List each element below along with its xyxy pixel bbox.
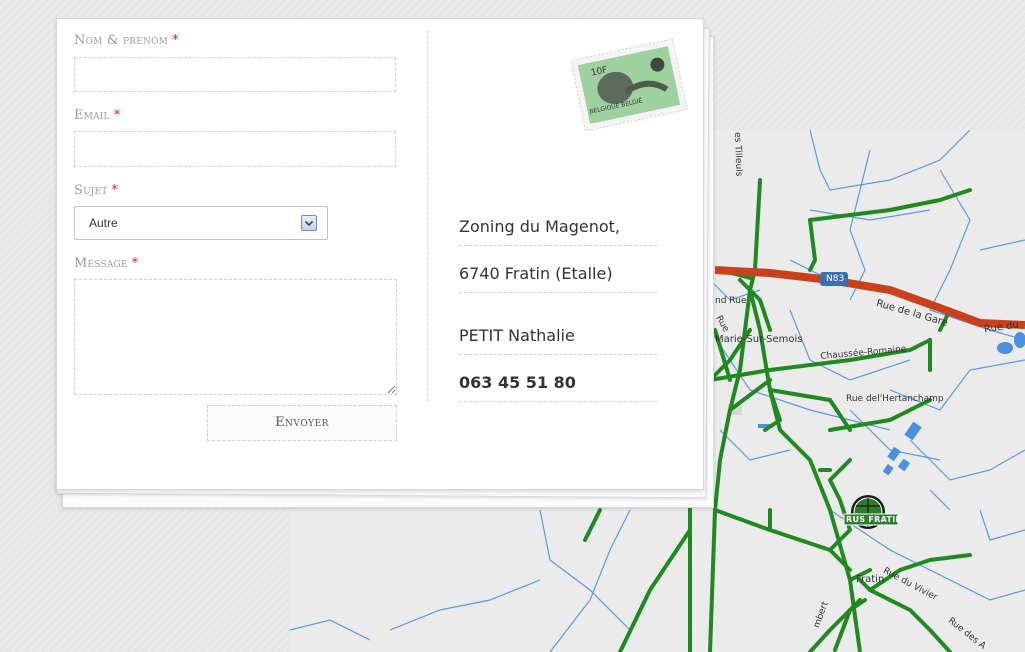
message-label: Message * (74, 256, 139, 271)
subject-label: Sujet * (74, 183, 119, 198)
place-label-fratin: Fratin (856, 574, 885, 585)
buildings (728, 405, 841, 546)
email-input[interactable] (74, 131, 396, 167)
address-line-1: Zoning du Magenot, (459, 217, 657, 246)
required-mark: * (172, 33, 179, 48)
street-label-tilleuls: es Tilleuls (732, 132, 744, 177)
required-mark: * (111, 183, 119, 198)
marker-label: RUS FRATIN (846, 515, 903, 524)
name-input[interactable] (74, 57, 396, 92)
street-label-rue-hertanchamp: Rue del'Hertanchamp (846, 394, 944, 404)
contact-card: Nom & prenom * Email * Sujet * Autre Messag… (56, 18, 704, 490)
road-label-n83: N83 (826, 274, 845, 284)
address-line-2: 6740 Fratin (Etalle) (459, 264, 657, 293)
submit-button[interactable]: Envoyer (207, 405, 397, 441)
required-mark: * (131, 256, 139, 271)
email-label: Email * (74, 108, 121, 123)
contact-name: PETIT Nathalie (459, 326, 657, 355)
place-label-marie-sur-semois: Marie-Sur-Semois (715, 334, 803, 345)
postage-stamp: 10F BELGIQUE BELGIË (569, 37, 689, 137)
stamp-icon (570, 38, 688, 132)
name-label: Nom & prenom * (74, 33, 179, 48)
subject-select-value: Autre (89, 216, 118, 230)
street-label-and-rue: nd Rue (715, 296, 747, 306)
map-road-n83 (714, 266, 1025, 329)
phone-number: 063 45 51 80 (459, 373, 657, 402)
column-divider (427, 31, 428, 401)
chevron-down-icon[interactable] (301, 215, 317, 231)
message-textarea[interactable] (74, 279, 397, 395)
subject-select[interactable]: Autre (74, 206, 328, 240)
required-mark: * (113, 108, 121, 123)
